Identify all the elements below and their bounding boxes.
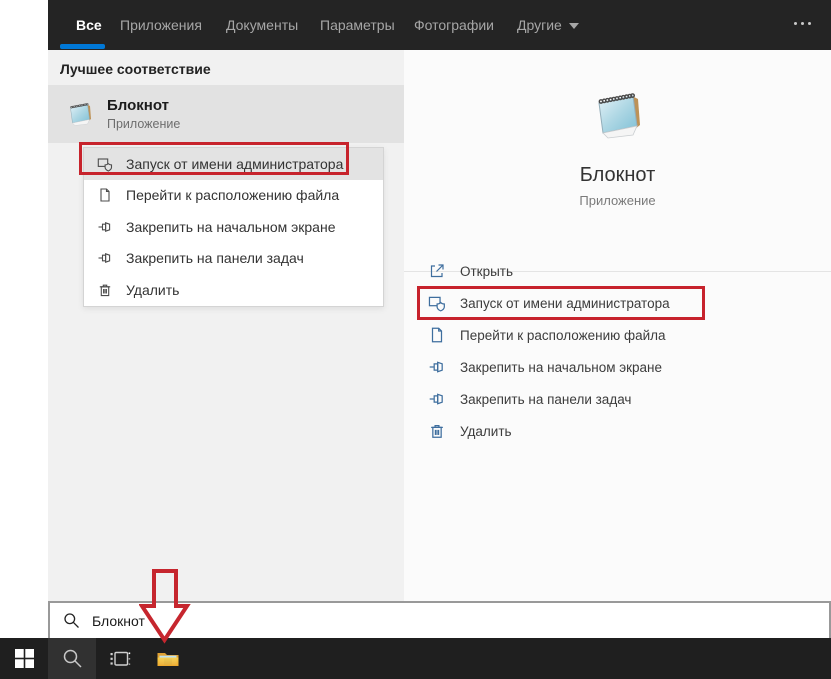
menu-item-uninstall[interactable]: Удалить [84, 274, 383, 306]
start-button[interactable] [0, 638, 48, 679]
pin-icon [97, 219, 113, 235]
app-title: Блокнот [404, 164, 831, 187]
search-flyout-window: Все Приложения Документы Параметры Фотог… [48, 0, 831, 601]
search-icon [63, 612, 80, 629]
app-actions-list: Открыть Запуск от имени администратора П… [404, 255, 831, 447]
notepad-icon [586, 83, 650, 147]
app-header: Блокнот Приложение [404, 83, 831, 272]
menu-item-run-as-admin[interactable]: Запуск от имени администратора [84, 148, 383, 180]
file-location-icon [97, 187, 113, 203]
tab-settings[interactable]: Параметры [320, 17, 395, 33]
run-as-admin-shield-icon [97, 156, 113, 172]
task-view-button[interactable] [96, 638, 144, 679]
file-explorer-button[interactable] [144, 638, 192, 679]
tab-all[interactable]: Все [76, 17, 102, 33]
run-as-admin-shield-icon [428, 294, 446, 312]
file-location-icon [428, 326, 446, 344]
best-match-result[interactable]: Блокнот Приложение [48, 85, 404, 143]
menu-item-open-file-location[interactable]: Перейти к расположению файла [84, 180, 383, 212]
action-open[interactable]: Открыть [404, 255, 831, 287]
preview-panel: Блокнот Приложение Открыть Запуск от име… [404, 50, 831, 601]
context-menu: Запуск от имени администратора Перейти к… [83, 147, 384, 307]
trash-icon [97, 282, 113, 298]
tab-documents[interactable]: Документы [226, 17, 298, 33]
file-explorer-icon [156, 647, 180, 671]
search-filter-tabbar: Все Приложения Документы Параметры Фотог… [48, 0, 831, 50]
tab-more[interactable]: Другие [517, 17, 579, 33]
menu-item-pin-to-start[interactable]: Закрепить на начальном экране [84, 211, 383, 243]
active-tab-underline [60, 44, 105, 49]
notepad-icon [64, 98, 96, 130]
search-input[interactable] [92, 613, 829, 629]
action-run-as-admin[interactable]: Запуск от имени администратора [404, 287, 831, 319]
annotation-arrow-down-icon [139, 568, 191, 644]
windows-logo-icon [15, 649, 34, 668]
action-uninstall[interactable]: Удалить [404, 415, 831, 447]
results-panel: Лучшее соответствие [48, 50, 404, 601]
best-match-title: Блокнот [107, 97, 180, 114]
open-icon [428, 262, 446, 280]
pin-icon [428, 390, 446, 408]
action-pin-to-taskbar[interactable]: Закрепить на панели задач [404, 383, 831, 415]
taskbar [0, 638, 831, 679]
app-type: Приложение [404, 193, 831, 208]
chevron-down-icon [569, 23, 579, 29]
best-match-subtitle: Приложение [107, 117, 180, 131]
best-match-header: Лучшее соответствие [60, 61, 211, 77]
action-pin-to-start[interactable]: Закрепить на начальном экране [404, 351, 831, 383]
taskbar-search-button[interactable] [48, 638, 96, 679]
pin-icon [428, 358, 446, 376]
search-icon [62, 648, 83, 669]
trash-icon [428, 422, 446, 440]
pin-icon [97, 250, 113, 266]
tab-apps[interactable]: Приложения [120, 17, 202, 33]
tab-photos[interactable]: Фотографии [414, 17, 494, 33]
more-options-icon[interactable] [794, 22, 811, 25]
action-open-file-location[interactable]: Перейти к расположению файла [404, 319, 831, 351]
task-view-icon [109, 648, 131, 670]
menu-item-pin-to-taskbar[interactable]: Закрепить на панели задач [84, 243, 383, 275]
